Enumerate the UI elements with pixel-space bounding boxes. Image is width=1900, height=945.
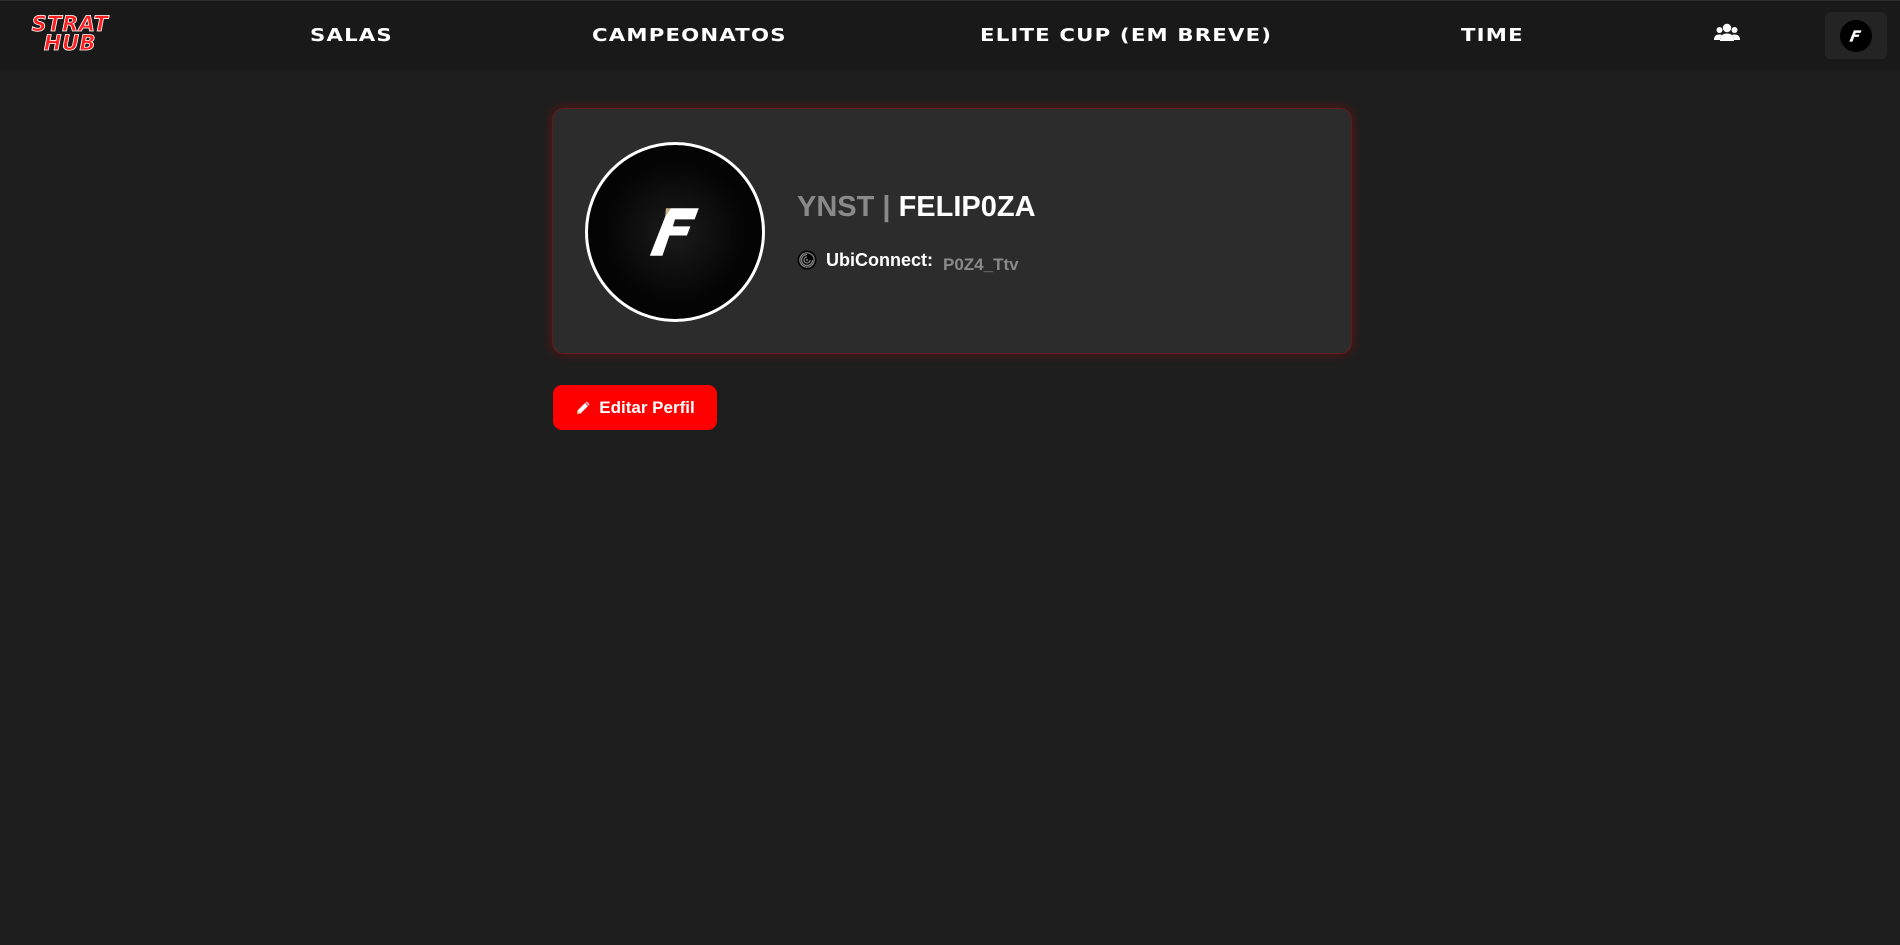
profile-card: YNST | FELIP0ZA UbiConnect: P0Z4_Ttv (552, 108, 1352, 354)
ubiconnect-username: P0Z4_Ttv (943, 255, 1019, 274)
ubisoft-swirl-icon (797, 250, 817, 270)
f-logo-icon (1849, 30, 1862, 42)
ubiconnect-label: UbiConnect: (826, 249, 933, 270)
strathub-logo[interactable]: STRAT HUB (18, 13, 122, 55)
friends-button[interactable] (1712, 19, 1742, 49)
name-separator: | (874, 191, 899, 223)
f-logo-icon (649, 208, 699, 256)
nav-link-campeonatos[interactable]: CAMPEONATOS (592, 25, 787, 46)
team-tag: YNST (797, 191, 875, 223)
user-menu-button[interactable] (1825, 12, 1887, 59)
edit-profile-button[interactable]: Editar Perfil (553, 385, 717, 430)
profile-avatar (585, 142, 765, 322)
pencil-icon (577, 401, 590, 414)
nav-link-salas[interactable]: SALAS (310, 25, 393, 46)
logo-line-2: HUB (43, 31, 97, 55)
avatar (1840, 20, 1872, 52)
edit-profile-label: Editar Perfil (599, 397, 695, 417)
top-navigation-bar: STRAT HUB SALAS CAMPEONATOS ELITE CUP (E… (0, 0, 1900, 70)
player-nickname: FELIP0ZA (898, 191, 1036, 223)
users-icon (1714, 23, 1740, 41)
nav-link-time[interactable]: TIME (1461, 25, 1524, 46)
ubiconnect-row: UbiConnect: P0Z4_Ttv (797, 247, 1019, 274)
player-name-line: YNST | FELIP0ZA (797, 191, 1036, 224)
nav-link-elite-cup[interactable]: ELITE CUP (EM BREVE) (980, 25, 1272, 46)
